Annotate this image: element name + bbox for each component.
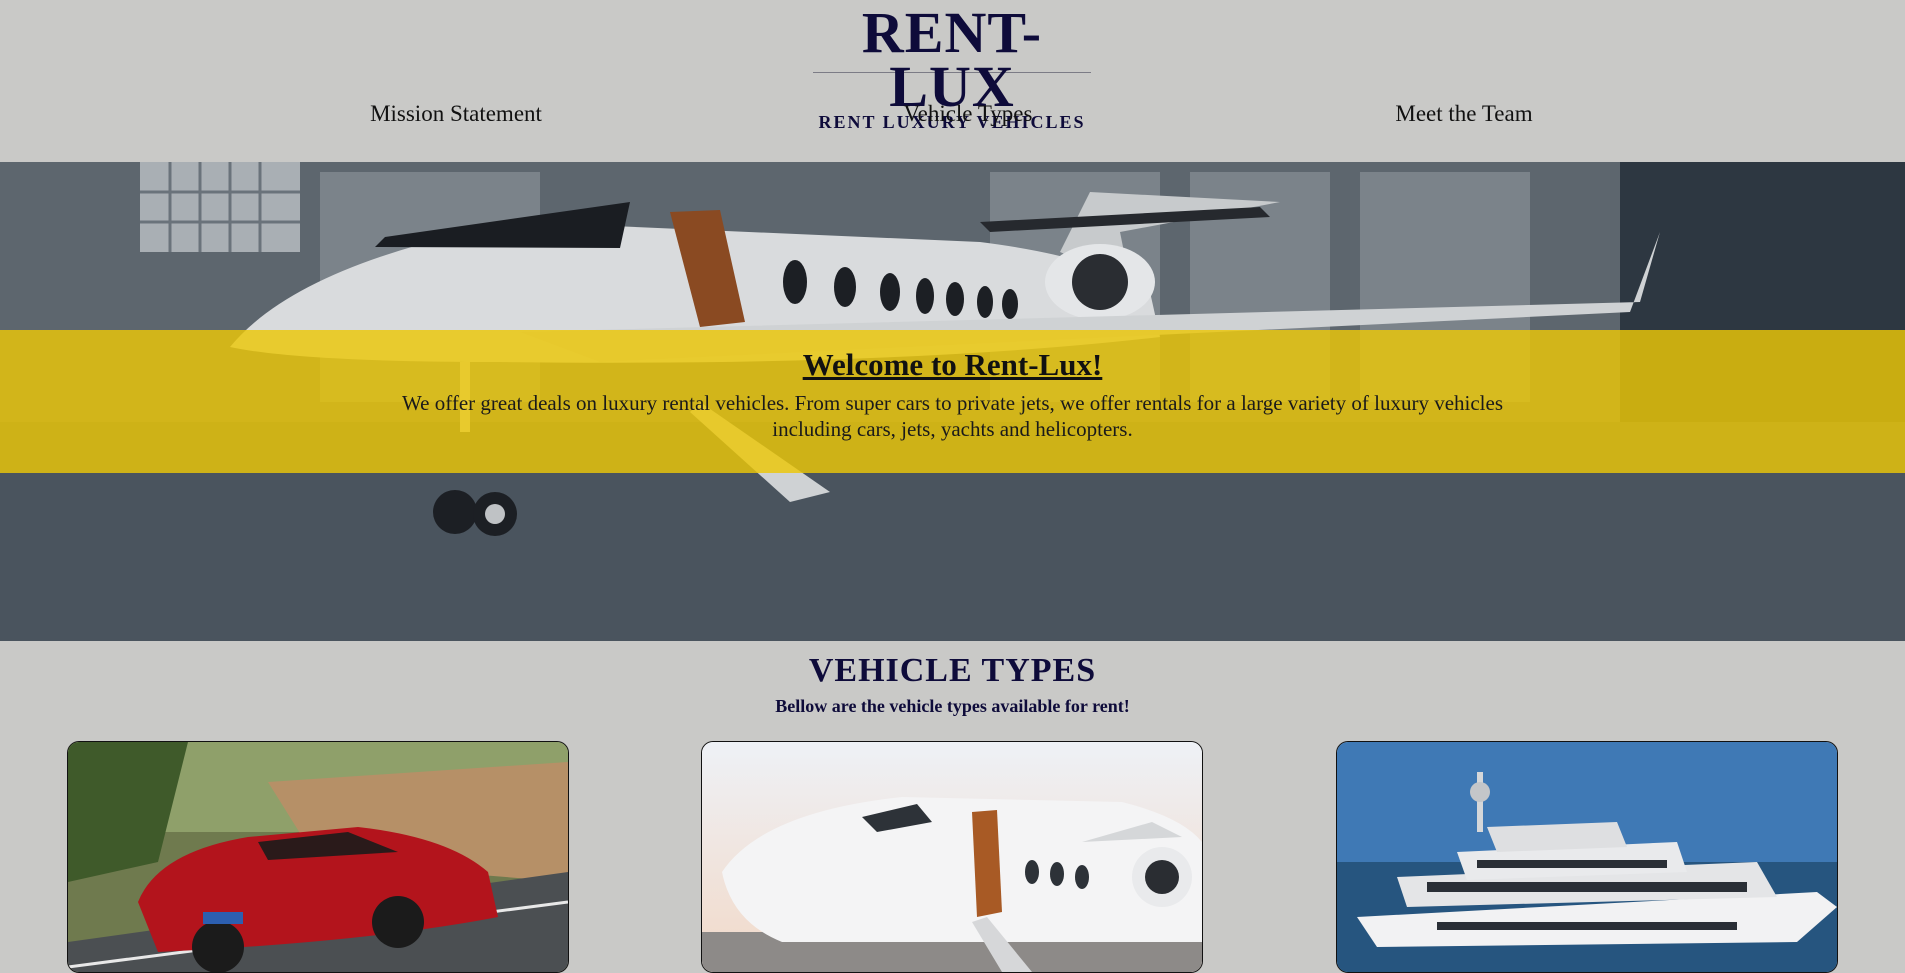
private-jet-image (702, 742, 1202, 972)
logo-title: RENT-LUX (861, 0, 1043, 119)
hero-section: Welcome to Rent-Lux! We offer great deal… (0, 162, 1905, 641)
welcome-banner: Welcome to Rent-Lux! We offer great deal… (0, 330, 1905, 473)
vehicle-card-jet[interactable] (701, 741, 1203, 973)
luxury-yacht-image (1337, 742, 1837, 972)
vehicle-card-car[interactable] (67, 741, 569, 973)
welcome-heading: Welcome to Rent-Lux! (802, 347, 1103, 382)
vehicle-types-subtitle: Bellow are the vehicle types available f… (775, 696, 1130, 716)
red-sports-car-image (68, 742, 568, 972)
nav-link-vehicle-types[interactable]: Vehicle Types (904, 101, 1033, 127)
site-logo[interactable]: RENT-LUX RENT LUXURY VEHICLES (813, 4, 1091, 131)
nav-link-meet-the-team[interactable]: Meet the Team (1395, 101, 1532, 127)
welcome-description: We offer great deals on luxury rental ve… (402, 391, 1503, 441)
vehicle-types-heading: VEHICLE TYPES (808, 652, 1097, 689)
nav-link-mission-statement[interactable]: Mission Statement (370, 101, 542, 127)
vehicle-card-yacht[interactable] (1336, 741, 1838, 973)
site-header: RENT-LUX RENT LUXURY VEHICLES Mission St… (0, 0, 1905, 162)
